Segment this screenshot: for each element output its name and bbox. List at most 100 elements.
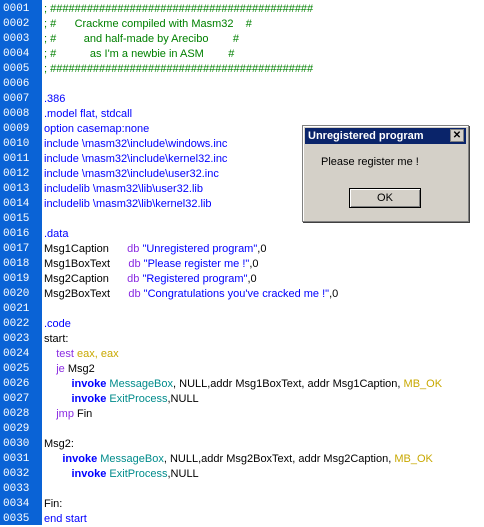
line-number: 0018: [3, 258, 30, 270]
code-token: , NULL,addr Msg2BoxText, addr Msg2Captio…: [163, 453, 395, 465]
code-editor[interactable]: 0001 ; ##################################…: [0, 0, 484, 525]
code-text: test eax, eax: [44, 346, 119, 362]
code-token: ; # as I'm a newbie in ASM #: [44, 48, 235, 60]
code-token: je: [44, 363, 68, 375]
code-token: invoke: [44, 453, 101, 465]
code-text: option casemap:none: [44, 121, 149, 137]
code-token: .model flat, stdcall: [44, 108, 133, 120]
code-token: ; # Crackme compiled with Masm32 #: [44, 18, 252, 30]
code-text: includelib \masm32\lib\user32.lib: [44, 181, 203, 197]
code-token: ,NULL: [167, 393, 199, 405]
line-number: 0003: [3, 33, 30, 45]
code-token: includelib \masm32\lib\kernel32.lib: [44, 198, 212, 210]
code-token: invoke: [44, 393, 110, 405]
code-token: "Unregistered program": [142, 243, 258, 255]
code-token: option casemap:none: [44, 123, 150, 135]
code-text: .model flat, stdcall: [44, 106, 132, 122]
code-token: jmp: [44, 408, 78, 420]
code-token: Fin: [77, 408, 93, 420]
code-token: eax, eax: [77, 348, 119, 360]
code-token: Msg1Caption: [44, 243, 128, 255]
line-number: 0023: [3, 333, 30, 345]
code-text: Msg1Caption db "Unregistered program",0: [44, 241, 266, 257]
message-box-dialog: Unregistered program ✕ Please register m…: [302, 125, 469, 222]
line-number: 0012: [3, 168, 30, 180]
code-token: ,0: [247, 273, 257, 285]
line-number: 0005: [3, 63, 30, 75]
code-text: Msg2:: [44, 436, 74, 452]
code-text: invoke MessageBox, NULL,addr Msg1BoxText…: [44, 376, 443, 392]
line-number: 0001: [3, 3, 30, 15]
code-token: MessageBox: [100, 453, 164, 465]
line-number: 0016: [3, 228, 30, 240]
line-number: 0024: [3, 348, 30, 360]
line-number: 0008: [3, 108, 30, 120]
code-token: MB_OK: [394, 453, 433, 465]
line-number: 0020: [3, 288, 30, 300]
code-token: ,0: [329, 288, 339, 300]
code-token: MB_OK: [403, 378, 443, 390]
code-token: "Congratulations you've cracked me !": [143, 288, 330, 300]
code-text: invoke ExitProcess,NULL: [44, 391, 199, 407]
line-number: 0013: [3, 183, 30, 195]
code-text: Msg2BoxText db "Congratulations you've c…: [44, 286, 338, 302]
line-number: 0011: [3, 153, 30, 165]
code-text: ; ######################################…: [44, 61, 313, 77]
code-token: ,0: [257, 243, 267, 255]
code-token: ; # and half-made by Arecibo #: [44, 33, 240, 45]
ok-button[interactable]: OK: [349, 188, 421, 208]
code-text: invoke ExitProcess,NULL: [44, 466, 199, 482]
line-number: 0021: [3, 303, 30, 315]
code-token: Msg2Caption: [44, 273, 128, 285]
code-text: ; # and half-made by Arecibo #: [44, 31, 239, 47]
code-token: .386: [44, 93, 66, 105]
code-text: includelib \masm32\lib\kernel32.lib: [44, 196, 212, 212]
code-token: db: [127, 273, 143, 285]
code-token: invoke: [44, 468, 110, 480]
dialog-message: Please register me !: [321, 156, 419, 168]
code-token: ,0: [249, 258, 259, 270]
code-token: ExitProcess: [109, 468, 168, 480]
line-number: 0025: [3, 363, 30, 375]
line-number: 0015: [3, 213, 30, 225]
code-text: je Msg2: [44, 361, 95, 377]
line-number: 0030: [3, 438, 30, 450]
line-number: 0009: [3, 123, 30, 135]
code-text: include \masm32\include\windows.inc: [44, 136, 227, 152]
line-number: 0034: [3, 498, 30, 510]
close-icon[interactable]: ✕: [450, 129, 464, 142]
code-token: test: [44, 348, 78, 360]
line-number: 0022: [3, 318, 30, 330]
code-text: include \masm32\include\user32.inc: [44, 166, 219, 182]
code-text: Msg2Caption db "Registered program",0: [44, 271, 257, 287]
code-token: , NULL,addr Msg1BoxText, addr Msg1Captio…: [173, 378, 404, 390]
code-token: "Registered program": [142, 273, 248, 285]
line-number: 0032: [3, 468, 30, 480]
code-token: invoke: [44, 378, 110, 390]
code-text: invoke MessageBox, NULL,addr Msg2BoxText…: [44, 451, 433, 467]
code-text: Fin:: [44, 496, 62, 512]
code-token: db: [127, 243, 143, 255]
code-token: db: [128, 288, 144, 300]
code-text: ; # Crackme compiled with Masm32 #: [44, 16, 252, 32]
code-text: include \masm32\include\kernel32.inc: [44, 151, 227, 167]
code-token: end start: [44, 513, 87, 525]
line-number: 0028: [3, 408, 30, 420]
code-token: ; ######################################…: [44, 3, 314, 15]
line-number: 0027: [3, 393, 30, 405]
code-text: ; ######################################…: [44, 1, 313, 17]
code-token: .data: [44, 228, 69, 240]
code-token: "Please register me !": [143, 258, 250, 270]
code-token: .code: [44, 318, 71, 330]
dialog-title: Unregistered program: [305, 128, 466, 144]
code-text: Msg1BoxText db "Please register me !",0: [44, 256, 259, 272]
line-number: 0031: [3, 453, 30, 465]
code-text: start:: [44, 331, 68, 347]
line-number: 0007: [3, 93, 30, 105]
code-token: MessageBox: [109, 378, 174, 390]
code-text: .data: [44, 226, 68, 242]
code-token: ExitProcess: [109, 393, 168, 405]
code-token: Fin:: [44, 498, 63, 510]
code-text: jmp Fin: [44, 406, 92, 422]
line-number: 0017: [3, 243, 30, 255]
